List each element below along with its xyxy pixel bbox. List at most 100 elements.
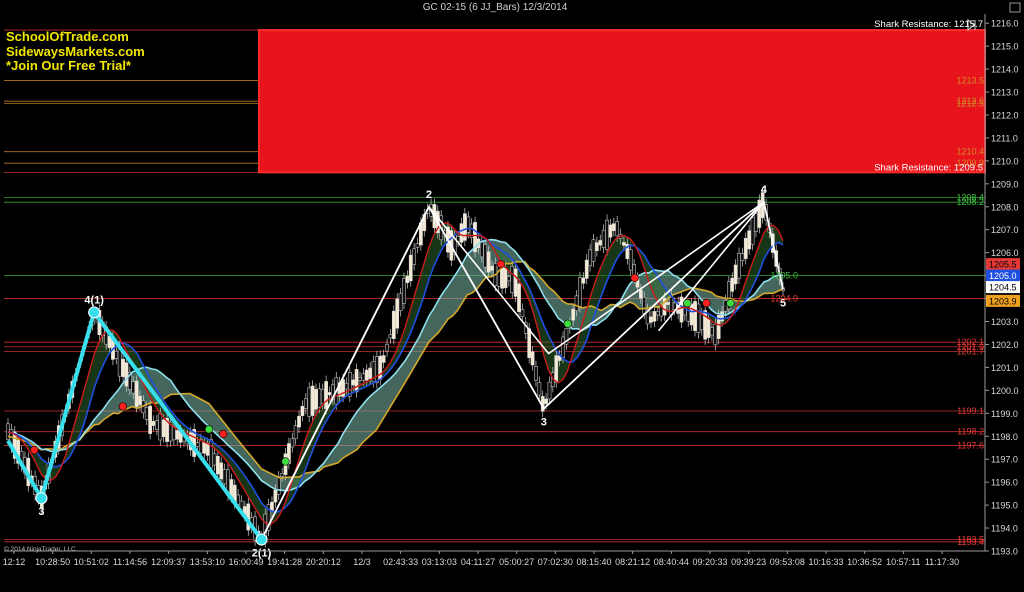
signal-dot-10[interactable] (726, 299, 735, 308)
signal-dot-3[interactable] (219, 429, 228, 439)
signal-dot-8[interactable] (683, 299, 692, 308)
white-swing-line[interactable] (260, 200, 784, 540)
candle[interactable] (212, 448, 217, 471)
candle[interactable] (375, 350, 379, 389)
candle[interactable] (388, 328, 393, 344)
candle[interactable] (148, 400, 152, 440)
candle[interactable] (310, 380, 315, 422)
candle[interactable] (412, 243, 416, 271)
candle[interactable] (121, 353, 125, 383)
candle[interactable] (408, 249, 413, 287)
brand-line-3[interactable]: *Join Our Free Trial* (6, 58, 145, 74)
candle[interactable] (463, 207, 467, 247)
candle[interactable] (605, 214, 609, 256)
candle-body (364, 369, 369, 381)
signal-dot-6[interactable] (563, 319, 572, 328)
candle[interactable] (300, 400, 305, 422)
candle[interactable] (398, 287, 403, 317)
candle[interactable] (595, 236, 599, 257)
candle[interactable] (402, 272, 406, 310)
candle[interactable] (513, 263, 518, 303)
candle[interactable] (290, 433, 295, 453)
candle[interactable] (679, 291, 684, 328)
candle[interactable] (307, 382, 312, 423)
candle[interactable] (652, 305, 657, 328)
candle[interactable] (530, 346, 535, 371)
candle[interactable] (293, 419, 298, 445)
candle[interactable] (757, 194, 762, 234)
signal-dot-0[interactable] (30, 445, 39, 455)
candle[interactable] (716, 309, 721, 345)
brand-line-1[interactable]: SchoolOfTrade.com (6, 29, 145, 45)
shark-resistance-label-0: Shark Resistance: 1215.7 (874, 19, 983, 30)
signal-dot-4[interactable] (281, 457, 290, 466)
candle[interactable] (608, 219, 613, 243)
chart-area[interactable]: 3 4(1) 2(1) 2 3 4 5 1213.5 1212.6 1212.5 1210.4 12… (0, 0, 1024, 588)
price-marker-2[interactable]: 1204.5 (986, 281, 1020, 294)
candle[interactable] (534, 360, 538, 387)
candle[interactable] (598, 234, 603, 251)
candle[interactable] (581, 272, 586, 290)
resistance-zone[interactable] (258, 29, 986, 174)
candle[interactable] (693, 295, 697, 337)
candle[interactable] (151, 415, 156, 432)
candle[interactable] (747, 224, 752, 255)
properties-icon[interactable] (1009, 2, 1021, 13)
candle[interactable] (469, 218, 474, 244)
candle[interactable] (703, 304, 708, 346)
candle[interactable] (517, 278, 521, 318)
price-marker-3[interactable]: 1203.9 (986, 294, 1020, 307)
signal-dot-2[interactable] (204, 425, 214, 434)
candle[interactable] (601, 224, 606, 254)
candle[interactable] (584, 254, 589, 285)
candle[interactable] (155, 414, 159, 436)
candle[interactable] (510, 260, 515, 299)
candle[interactable] (395, 293, 400, 334)
candle[interactable] (192, 423, 196, 463)
candle[interactable] (297, 410, 301, 433)
signal-dot-7[interactable] (630, 273, 639, 283)
price-marker-0[interactable]: 1205.5 (986, 258, 1020, 271)
candle[interactable] (740, 247, 745, 267)
candle[interactable] (727, 275, 731, 315)
candle[interactable] (696, 298, 701, 339)
candle[interactable] (507, 270, 511, 287)
candle[interactable] (266, 498, 271, 537)
cyan-swing-node[interactable] (35, 492, 48, 505)
price-marker-1[interactable]: 1205.0 (986, 269, 1020, 282)
candle[interactable] (733, 259, 738, 290)
candle[interactable] (276, 470, 281, 500)
signal-dot-9[interactable] (702, 299, 711, 308)
candle[interactable] (314, 383, 318, 416)
candle[interactable] (591, 233, 596, 268)
candle[interactable] (547, 376, 552, 405)
candle[interactable] (611, 217, 616, 237)
candle[interactable] (710, 321, 714, 341)
x-tick-label-12: 04:11:27 (461, 557, 495, 567)
candle[interactable] (391, 305, 396, 345)
signal-dot-5[interactable] (496, 260, 505, 269)
brand-line-2[interactable]: SidewaysMarkets.com (6, 44, 145, 60)
candle[interactable] (381, 349, 386, 369)
y-tick-label-16: 1209.0 (991, 179, 1019, 189)
candle[interactable] (114, 345, 119, 365)
candle[interactable] (649, 311, 653, 329)
candle[interactable] (347, 366, 352, 403)
candle[interactable] (473, 216, 477, 258)
signal-dot-1[interactable] (118, 402, 127, 411)
candle[interactable] (628, 244, 633, 276)
cyan-swing-node[interactable] (88, 306, 101, 319)
candle[interactable] (459, 217, 464, 249)
candle[interactable] (12, 426, 17, 465)
price-chart[interactable]: 34(1)2(1)2345 1213.51212.61212.51210.412… (0, 0, 1024, 588)
candle[interactable] (737, 247, 741, 285)
candle[interactable] (743, 232, 748, 265)
candle[interactable] (415, 237, 420, 253)
cyan-swing-node[interactable] (255, 533, 268, 546)
candle[interactable] (134, 375, 139, 413)
candle[interactable] (588, 244, 592, 272)
candle[interactable] (730, 272, 735, 298)
candle[interactable] (354, 363, 359, 398)
candle[interactable] (405, 270, 410, 289)
candle[interactable] (385, 338, 389, 357)
